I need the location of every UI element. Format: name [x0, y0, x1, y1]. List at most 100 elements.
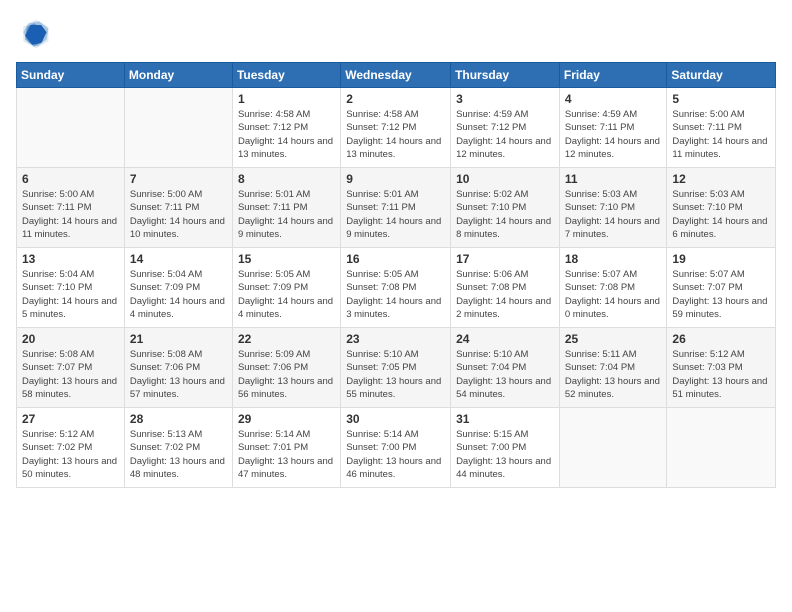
day-info: Sunrise: 4:59 AMSunset: 7:11 PMDaylight:…: [565, 108, 662, 161]
day-info: Sunrise: 4:58 AMSunset: 7:12 PMDaylight:…: [238, 108, 335, 161]
day-info: Sunrise: 5:04 AMSunset: 7:10 PMDaylight:…: [22, 268, 119, 321]
day-info: Sunrise: 5:12 AMSunset: 7:02 PMDaylight:…: [22, 428, 119, 481]
calendar-day-cell: 12 Sunrise: 5:03 AMSunset: 7:10 PMDayligh…: [667, 168, 776, 248]
calendar-day-cell: 2 Sunrise: 4:58 AMSunset: 7:12 PMDaylight…: [341, 88, 451, 168]
day-info: Sunrise: 5:03 AMSunset: 7:10 PMDaylight:…: [565, 188, 662, 241]
day-info: Sunrise: 5:08 AMSunset: 7:06 PMDaylight:…: [130, 348, 227, 401]
calendar-day-cell: 29Sunrise: 5:14 AMSunset: 7:01 PMDayligh…: [232, 408, 340, 488]
day-info: Sunrise: 5:12 AMSunset: 7:03 PMDaylight:…: [672, 348, 770, 401]
day-number: 18: [565, 252, 662, 266]
weekday-header: Tuesday: [232, 63, 340, 88]
day-number: 27: [22, 412, 119, 426]
calendar-day-cell: 13 Sunrise: 5:04 AMSunset: 7:10 PMDayligh…: [17, 248, 125, 328]
day-number: 7: [130, 172, 227, 186]
day-number: 12: [672, 172, 770, 186]
calendar-week-row: 27 Sunrise: 5:12 AMSunset: 7:02 PMDayligh…: [17, 408, 776, 488]
day-number: 11: [565, 172, 662, 186]
day-number: 13: [22, 252, 119, 266]
calendar-day-cell: 14Sunrise: 5:04 AMSunset: 7:09 PMDayligh…: [124, 248, 232, 328]
calendar-day-cell: 20 Sunrise: 5:08 AMSunset: 7:07 PMDayligh…: [17, 328, 125, 408]
calendar-day-cell: 24Sunrise: 5:10 AMSunset: 7:04 PMDayligh…: [451, 328, 560, 408]
day-number: 26: [672, 332, 770, 346]
day-info: Sunrise: 5:11 AMSunset: 7:04 PMDaylight:…: [565, 348, 662, 401]
day-number: 8: [238, 172, 335, 186]
weekday-header: Monday: [124, 63, 232, 88]
day-number: 17: [456, 252, 554, 266]
calendar-day-cell: 3Sunrise: 4:59 AMSunset: 7:12 PMDaylight…: [451, 88, 560, 168]
calendar-day-cell: 6 Sunrise: 5:00 AMSunset: 7:11 PMDaylight…: [17, 168, 125, 248]
day-info: Sunrise: 5:00 AMSunset: 7:11 PMDaylight:…: [22, 188, 119, 241]
calendar-table: SundayMondayTuesdayWednesdayThursdayFrid…: [16, 62, 776, 488]
logo: [16, 16, 56, 52]
day-info: Sunrise: 5:14 AMSunset: 7:01 PMDaylight:…: [238, 428, 335, 481]
calendar-day-cell: 30 Sunrise: 5:14 AMSunset: 7:00 PMDayligh…: [341, 408, 451, 488]
weekday-header: Wednesday: [341, 63, 451, 88]
day-number: 20: [22, 332, 119, 346]
day-info: Sunrise: 5:14 AMSunset: 7:00 PMDaylight:…: [346, 428, 445, 481]
weekday-header: Thursday: [451, 63, 560, 88]
day-number: 14: [130, 252, 227, 266]
day-info: Sunrise: 5:07 AMSunset: 7:08 PMDaylight:…: [565, 268, 662, 321]
page-container: SundayMondayTuesdayWednesdayThursdayFrid…: [0, 0, 792, 496]
calendar-day-cell: [17, 88, 125, 168]
calendar-day-cell: 1 Sunrise: 4:58 AMSunset: 7:12 PMDaylight…: [232, 88, 340, 168]
day-number: 1: [238, 92, 335, 106]
calendar-day-cell: 7 Sunrise: 5:00 AMSunset: 7:11 PMDaylight…: [124, 168, 232, 248]
day-info: Sunrise: 5:10 AMSunset: 7:04 PMDaylight:…: [456, 348, 554, 401]
logo-icon: [16, 16, 52, 52]
day-number: 2: [346, 92, 445, 106]
day-number: 21: [130, 332, 227, 346]
day-number: 5: [672, 92, 770, 106]
calendar-day-cell: 19Sunrise: 5:07 AMSunset: 7:07 PMDayligh…: [667, 248, 776, 328]
calendar-day-cell: 27 Sunrise: 5:12 AMSunset: 7:02 PMDayligh…: [17, 408, 125, 488]
calendar-week-row: 1 Sunrise: 4:58 AMSunset: 7:12 PMDaylight…: [17, 88, 776, 168]
day-number: 9: [346, 172, 445, 186]
day-info: Sunrise: 5:13 AMSunset: 7:02 PMDaylight:…: [130, 428, 227, 481]
day-info: Sunrise: 5:09 AMSunset: 7:06 PMDaylight:…: [238, 348, 335, 401]
calendar-day-cell: 8 Sunrise: 5:01 AMSunset: 7:11 PMDaylight…: [232, 168, 340, 248]
day-number: 31: [456, 412, 554, 426]
day-number: 22: [238, 332, 335, 346]
calendar-day-cell: 10 Sunrise: 5:02 AMSunset: 7:10 PMDayligh…: [451, 168, 560, 248]
day-info: Sunrise: 5:08 AMSunset: 7:07 PMDaylight:…: [22, 348, 119, 401]
day-number: 23: [346, 332, 445, 346]
calendar-day-cell: 25 Sunrise: 5:11 AMSunset: 7:04 PMDayligh…: [559, 328, 667, 408]
calendar-day-cell: [559, 408, 667, 488]
calendar-day-cell: 23 Sunrise: 5:10 AMSunset: 7:05 PMDayligh…: [341, 328, 451, 408]
calendar-day-cell: 15 Sunrise: 5:05 AMSunset: 7:09 PMDayligh…: [232, 248, 340, 328]
day-info: Sunrise: 5:02 AMSunset: 7:10 PMDaylight:…: [456, 188, 554, 241]
calendar-day-cell: 31 Sunrise: 5:15 AMSunset: 7:00 PMDayligh…: [451, 408, 560, 488]
calendar-day-cell: 21 Sunrise: 5:08 AMSunset: 7:06 PMDayligh…: [124, 328, 232, 408]
day-number: 6: [22, 172, 119, 186]
day-number: 4: [565, 92, 662, 106]
day-number: 30: [346, 412, 445, 426]
day-info: Sunrise: 5:06 AMSunset: 7:08 PMDaylight:…: [456, 268, 554, 321]
day-number: 3: [456, 92, 554, 106]
day-info: Sunrise: 5:05 AMSunset: 7:09 PMDaylight:…: [238, 268, 335, 321]
page-header: [16, 16, 776, 52]
calendar-day-cell: 18 Sunrise: 5:07 AMSunset: 7:08 PMDayligh…: [559, 248, 667, 328]
calendar-day-cell: 11 Sunrise: 5:03 AMSunset: 7:10 PMDayligh…: [559, 168, 667, 248]
calendar-week-row: 20 Sunrise: 5:08 AMSunset: 7:07 PMDayligh…: [17, 328, 776, 408]
day-info: Sunrise: 5:05 AMSunset: 7:08 PMDaylight:…: [346, 268, 445, 321]
weekday-header: Sunday: [17, 63, 125, 88]
day-info: Sunrise: 5:10 AMSunset: 7:05 PMDaylight:…: [346, 348, 445, 401]
calendar-day-cell: 9Sunrise: 5:01 AMSunset: 7:11 PMDaylight…: [341, 168, 451, 248]
day-info: Sunrise: 5:01 AMSunset: 7:11 PMDaylight:…: [238, 188, 335, 241]
day-number: 10: [456, 172, 554, 186]
calendar-header-row: SundayMondayTuesdayWednesdayThursdayFrid…: [17, 63, 776, 88]
calendar-day-cell: [667, 408, 776, 488]
day-info: Sunrise: 5:03 AMSunset: 7:10 PMDaylight:…: [672, 188, 770, 241]
day-info: Sunrise: 5:15 AMSunset: 7:00 PMDaylight:…: [456, 428, 554, 481]
calendar-week-row: 13 Sunrise: 5:04 AMSunset: 7:10 PMDayligh…: [17, 248, 776, 328]
day-number: 15: [238, 252, 335, 266]
day-number: 25: [565, 332, 662, 346]
calendar-day-cell: 26 Sunrise: 5:12 AMSunset: 7:03 PMDayligh…: [667, 328, 776, 408]
calendar-day-cell: [124, 88, 232, 168]
day-info: Sunrise: 4:58 AMSunset: 7:12 PMDaylight:…: [346, 108, 445, 161]
calendar-week-row: 6 Sunrise: 5:00 AMSunset: 7:11 PMDaylight…: [17, 168, 776, 248]
day-info: Sunrise: 5:00 AMSunset: 7:11 PMDaylight:…: [130, 188, 227, 241]
weekday-header: Saturday: [667, 63, 776, 88]
day-info: Sunrise: 5:07 AMSunset: 7:07 PMDaylight:…: [672, 268, 770, 321]
weekday-header: Friday: [559, 63, 667, 88]
